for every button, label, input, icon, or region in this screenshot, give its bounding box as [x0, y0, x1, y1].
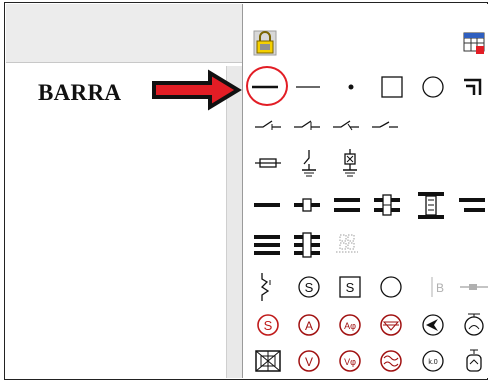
gray-line-icon[interactable]: [458, 272, 490, 302]
tee-bar-icon[interactable]: [456, 190, 488, 220]
circled-a-text: A: [305, 319, 313, 333]
triple-bar-icon[interactable]: [251, 230, 283, 260]
gray-b-text: B: [436, 281, 444, 295]
barra-label: BARRA: [38, 80, 122, 105]
circled-v-phi-text: Vφ: [344, 357, 356, 367]
vertical-scrollbar[interactable]: [226, 66, 243, 378]
red-arrow-icon: [152, 69, 242, 111]
square-icon[interactable]: [376, 72, 408, 102]
circled-s-text: S: [305, 280, 314, 295]
circled-arrow-icon[interactable]: [417, 310, 449, 340]
drawing-panel-header: [6, 4, 242, 63]
switch-open-2-icon[interactable]: [291, 110, 323, 140]
switch-open-1-icon[interactable]: [252, 110, 284, 140]
boxed-cross-icon[interactable]: [252, 346, 284, 376]
triple-bar-node-icon[interactable]: [291, 230, 323, 260]
ground-switch-icon[interactable]: [293, 148, 325, 178]
line-thin-icon[interactable]: [292, 72, 324, 102]
boxed-s-text: S: [346, 280, 355, 295]
double-bar-node-icon[interactable]: [371, 190, 403, 220]
circled-kvar-icon[interactable]: k.0: [417, 346, 449, 376]
palette-header: [243, 4, 488, 66]
gray-b-icon[interactable]: B: [422, 272, 454, 302]
switch-open-4-icon[interactable]: [369, 110, 401, 140]
circled-v-text: V: [305, 355, 313, 369]
wavy-switch-icon[interactable]: [252, 272, 284, 302]
ground-breaker-icon[interactable]: [334, 148, 366, 178]
circle-icon[interactable]: [417, 72, 449, 102]
circled-delta-v-icon[interactable]: [375, 310, 407, 340]
meter-chip-icon[interactable]: [458, 346, 490, 376]
dotted-grid-icon[interactable]: [331, 230, 363, 260]
fuse-icon[interactable]: [252, 148, 284, 178]
circled-kvar-text: k.0: [428, 359, 437, 366]
circled-a-phi-text: Aφ: [344, 321, 356, 331]
vertical-node-icon[interactable]: [415, 190, 447, 220]
table-grid-icon[interactable]: [462, 30, 486, 56]
selected-tool-highlight: [246, 66, 288, 106]
circled-v-phi-icon[interactable]: Vφ: [334, 346, 366, 376]
circled-a-icon[interactable]: A: [293, 310, 325, 340]
circled-a-phi-icon[interactable]: Aφ: [334, 310, 366, 340]
lock-icon[interactable]: [253, 30, 277, 56]
circled-meter-icon[interactable]: [458, 310, 490, 340]
bar-node-icon[interactable]: [291, 190, 323, 220]
circle-open-icon[interactable]: [375, 272, 407, 302]
drawing-panel[interactable]: [6, 4, 243, 378]
bar-thick-icon[interactable]: [251, 190, 283, 220]
circled-s-red-text: S: [264, 318, 273, 333]
circled-s-icon[interactable]: S: [293, 272, 325, 302]
switch-open-3-icon[interactable]: [330, 110, 362, 140]
double-bar-icon[interactable]: [331, 190, 363, 220]
boxed-s-icon[interactable]: S: [334, 272, 366, 302]
circled-s-red-icon[interactable]: S: [252, 310, 284, 340]
corner-bracket-icon[interactable]: [458, 72, 490, 102]
circled-v-icon[interactable]: V: [293, 346, 325, 376]
circled-ac-icon[interactable]: [375, 346, 407, 376]
dot-icon[interactable]: [335, 72, 367, 102]
